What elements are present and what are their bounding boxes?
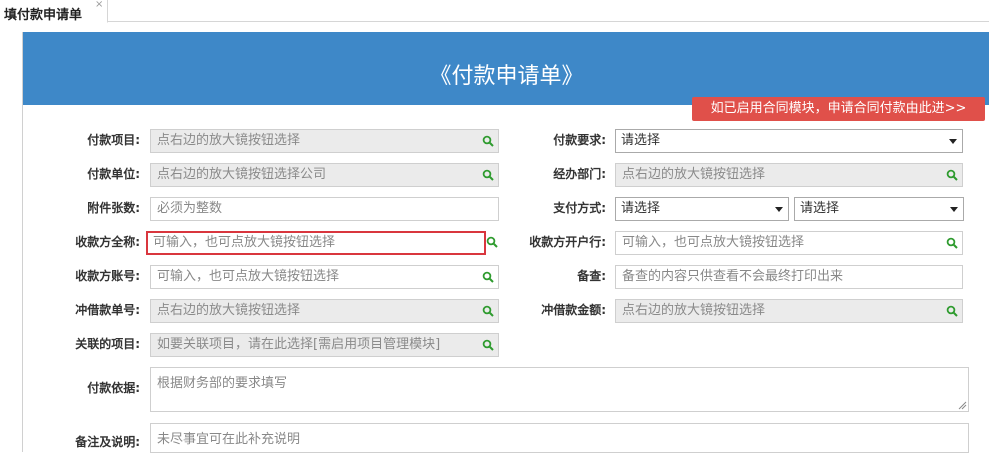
remarks-textarea[interactable]: 未尽事宜可在此补充说明	[150, 423, 969, 453]
magnifier-icon[interactable]	[482, 305, 494, 317]
pay-method-select-2[interactable]: 请选择	[794, 197, 964, 221]
label-project: 付款项目:	[87, 133, 140, 147]
project-field[interactable]: 点右边的放大镜按钮选择	[150, 129, 499, 153]
requirement-select[interactable]: 请选择	[615, 129, 963, 153]
magnifier-icon[interactable]	[482, 339, 494, 351]
tab-close-icon[interactable]: ×	[95, 0, 103, 10]
payee-name-input[interactable]: 可输入，也可点放大镜按钮选择	[146, 231, 486, 255]
label-remarks: 备注及说明:	[75, 435, 140, 449]
label-offset-amount: 冲借款金额:	[541, 303, 606, 317]
label-memo: 备查:	[577, 269, 606, 283]
label-department: 经办部门:	[553, 167, 606, 181]
label-payee-bank: 收款方开户行:	[529, 235, 606, 249]
magnifier-icon[interactable]	[946, 305, 958, 317]
tab-payment-request[interactable]: 填付款申请单 ×	[0, 0, 108, 23]
offset-doc-field[interactable]: 点右边的放大镜按钮选择	[150, 299, 499, 323]
basis-textarea[interactable]: 根据财务部的要求填写	[150, 367, 969, 412]
payee-account-placeholder: 可输入，也可点放大镜按钮选择	[157, 269, 340, 284]
label-pay-method: 支付方式:	[553, 201, 606, 215]
offset-amount-placeholder: 点右边的放大镜按钮选择	[622, 303, 766, 318]
chevron-down-icon	[949, 139, 957, 144]
label-offset-doc: 冲借款单号:	[75, 303, 140, 317]
pay-method-value-1: 请选择	[621, 201, 661, 216]
magnifier-icon[interactable]	[482, 271, 494, 283]
tab-title: 填付款申请单	[4, 8, 83, 23]
offset-amount-field[interactable]: 点右边的放大镜按钮选择	[615, 299, 963, 323]
basis-placeholder: 根据财务部的要求填写	[157, 376, 288, 391]
chevron-down-icon	[775, 207, 783, 212]
magnifier-icon[interactable]	[486, 236, 498, 248]
label-requirement: 付款要求:	[553, 133, 606, 147]
magnifier-icon[interactable]	[482, 135, 494, 147]
label-related-project: 关联的项目:	[75, 337, 140, 351]
pay-method-select-1[interactable]: 请选择	[615, 197, 789, 221]
magnifier-icon[interactable]	[482, 169, 494, 181]
remarks-placeholder: 未尽事宜可在此补充说明	[157, 432, 301, 447]
magnifier-icon[interactable]	[946, 237, 958, 249]
label-payee-account: 收款方账号:	[75, 269, 140, 283]
unit-field[interactable]: 点右边的放大镜按钮选择公司	[150, 163, 499, 187]
payee-account-input[interactable]: 可输入，也可点放大镜按钮选择	[150, 265, 499, 289]
chevron-down-icon	[950, 207, 958, 212]
payee-bank-input[interactable]: 可输入，也可点放大镜按钮选择	[615, 231, 963, 255]
form-header: 《付款申请单》	[23, 32, 989, 105]
label-basis: 付款依据:	[87, 381, 140, 395]
payee-bank-placeholder: 可输入，也可点放大镜按钮选择	[622, 235, 805, 250]
department-placeholder: 点右边的放大镜按钮选择	[622, 167, 766, 182]
requirement-value: 请选择	[621, 133, 661, 148]
resize-grip-icon[interactable]	[958, 401, 967, 410]
contract-payment-button[interactable]: 如已启用合同模块，申请合同付款由此进>>	[692, 97, 985, 121]
label-unit: 付款单位:	[87, 167, 140, 181]
related-project-field[interactable]: 如要关联项目，请在此选择[需启用项目管理模块]	[150, 333, 499, 357]
label-payee-name: 收款方全称:	[75, 235, 140, 249]
project-placeholder: 点右边的放大镜按钮选择	[157, 133, 301, 148]
magnifier-icon[interactable]	[946, 169, 958, 181]
department-field[interactable]: 点右边的放大镜按钮选择	[615, 163, 963, 187]
attachments-input[interactable]: 必须为整数	[150, 197, 499, 221]
payee-name-placeholder: 可输入，也可点放大镜按钮选择	[153, 235, 336, 250]
memo-input[interactable]: 备查的内容只供查看不会最终打印出来	[615, 265, 963, 289]
pay-method-value-2: 请选择	[800, 201, 840, 216]
tab-bar: 填付款申请单 ×	[0, 0, 989, 23]
label-attachments: 附件张数:	[87, 201, 140, 215]
related-project-placeholder: 如要关联项目，请在此选择[需启用项目管理模块]	[157, 337, 441, 352]
memo-placeholder: 备查的内容只供查看不会最终打印出来	[622, 269, 844, 284]
attachments-placeholder: 必须为整数	[157, 201, 223, 216]
offset-doc-placeholder: 点右边的放大镜按钮选择	[157, 303, 301, 318]
unit-placeholder: 点右边的放大镜按钮选择公司	[157, 167, 327, 182]
